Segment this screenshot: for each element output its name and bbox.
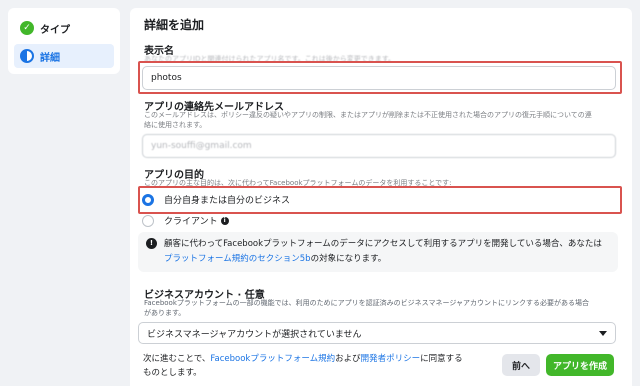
chevron-down-icon xyxy=(599,331,607,336)
step-details[interactable]: 詳細 xyxy=(14,44,114,68)
step-type-label: タイプ xyxy=(40,24,70,36)
wizard-steps-sidebar: ✓ タイプ 詳細 xyxy=(8,8,120,74)
check-circle-icon: ✓ xyxy=(20,21,34,35)
business-account-description: Facebookプラットフォームの一部の機能では、利用のためにアプリを認証済みの… xyxy=(144,299,589,317)
purpose-option-client[interactable]: クライアント i xyxy=(142,214,229,227)
display-name-highlight xyxy=(138,61,622,94)
half-circle-icon xyxy=(20,49,34,63)
purpose-option-client-label: クライアント xyxy=(164,217,218,227)
contact-email-description: このメールアドレスは、ポリシー違反の疑いやアプリの制限、またはアプリが削除または… xyxy=(144,111,592,129)
create-app-button[interactable]: アプリを作成 xyxy=(546,354,614,376)
notice-line1: 顧客に代わってFacebookプラットフォームのデータにアクセスして利用するアプ… xyxy=(164,239,602,249)
radio-unselected[interactable] xyxy=(142,214,154,227)
step-details-label: 詳細 xyxy=(40,52,60,64)
terms-consent-text: 次に進むことで、Facebookプラットフォーム規約および開発者ポリシーに同意す… xyxy=(143,354,463,378)
purpose-highlight xyxy=(138,186,622,214)
contact-email-input[interactable]: yun-souffi@gmail.com xyxy=(142,134,616,158)
business-account-select[interactable]: ビジネスマネージャアカウントが選択されていません xyxy=(138,322,616,344)
facebook-platform-terms-link[interactable]: Facebookプラットフォーム規約 xyxy=(210,354,335,364)
info-icon: ! xyxy=(146,238,157,249)
info-icon[interactable]: i xyxy=(220,216,229,225)
notice-line2: プラットフォーム規約のセクション5bの対象になります。 xyxy=(164,254,387,264)
platform-terms-5b-link[interactable]: プラットフォーム規約のセクション5b xyxy=(164,254,311,264)
page-title: 詳細を追加 xyxy=(144,18,205,32)
developer-policy-link[interactable]: 開発者ポリシー xyxy=(361,354,421,364)
back-button[interactable]: 前へ xyxy=(502,354,540,376)
client-notice: ! 顧客に代わってFacebookプラットフォームのデータにアクセスして利用する… xyxy=(138,232,618,272)
business-account-selected-value: ビジネスマネージャアカウントが選択されていません xyxy=(147,329,362,340)
step-type[interactable]: ✓ タイプ xyxy=(14,16,114,40)
